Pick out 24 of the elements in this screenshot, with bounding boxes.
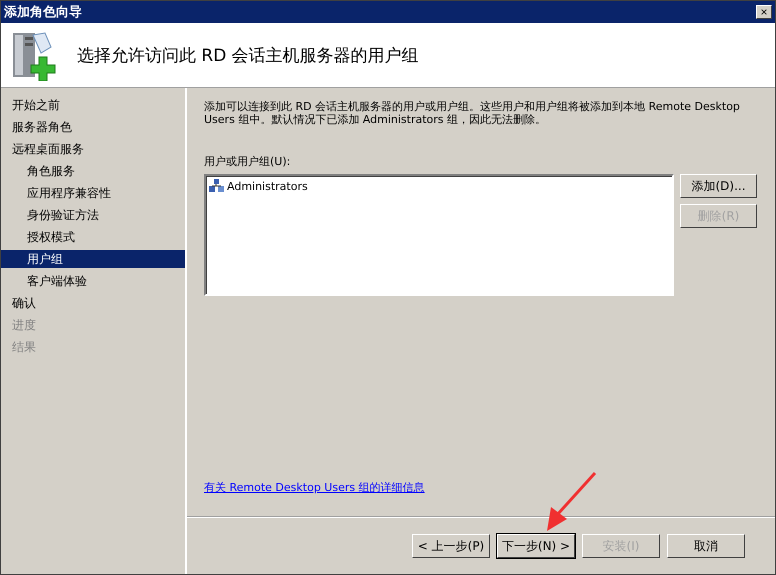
sidebar-item[interactable]: 角色服务 [1,162,185,180]
sidebar-item[interactable]: 应用程序兼容性 [1,184,185,202]
list-button[interactable]: 添加(D)... [680,174,757,198]
sidebar-item[interactable]: 开始之前 [1,96,185,114]
list-label: 用户或用户组(U): [204,154,292,169]
wizard-button[interactable]: < 上一步(P) [412,534,490,558]
sidebar-item[interactable]: 远程桌面服务 [1,140,185,158]
wizard-button[interactable]: 下一步(N) > [497,534,575,558]
user-group-list[interactable]: Administrators [204,174,674,296]
help-link[interactable]: 有关 Remote Desktop Users 组的详细信息 [204,480,425,495]
list-item[interactable]: Administrators [227,180,308,192]
user-group-icon [209,179,225,193]
description-text: 添加可以连接到此 RD 会话主机服务器的用户或用户组。这些用户和用户组将被添加到本地 Remote Desktop Users 组中。默认情况下已添加 Administrators 组，因此无法删除。 [204,100,741,126]
sidebar-item[interactable]: 确认 [1,294,185,312]
window-title: 添加角色向导 [4,4,82,21]
wizard-button[interactable]: 取消 [667,534,745,558]
sidebar-item[interactable]: 服务器角色 [1,118,185,136]
close-button[interactable]: × [756,5,772,19]
sidebar-item[interactable]: 客户端体验 [1,272,185,290]
annotation-arrow [547,472,596,531]
sidebar-item[interactable]: 用户组 [1,250,185,268]
sidebar-item[interactable]: 授权模式 [1,228,185,246]
sidebar-item[interactable]: 身份验证方法 [1,206,185,224]
page-heading: 选择允许访问此 RD 会话主机服务器的用户组 [77,44,419,66]
